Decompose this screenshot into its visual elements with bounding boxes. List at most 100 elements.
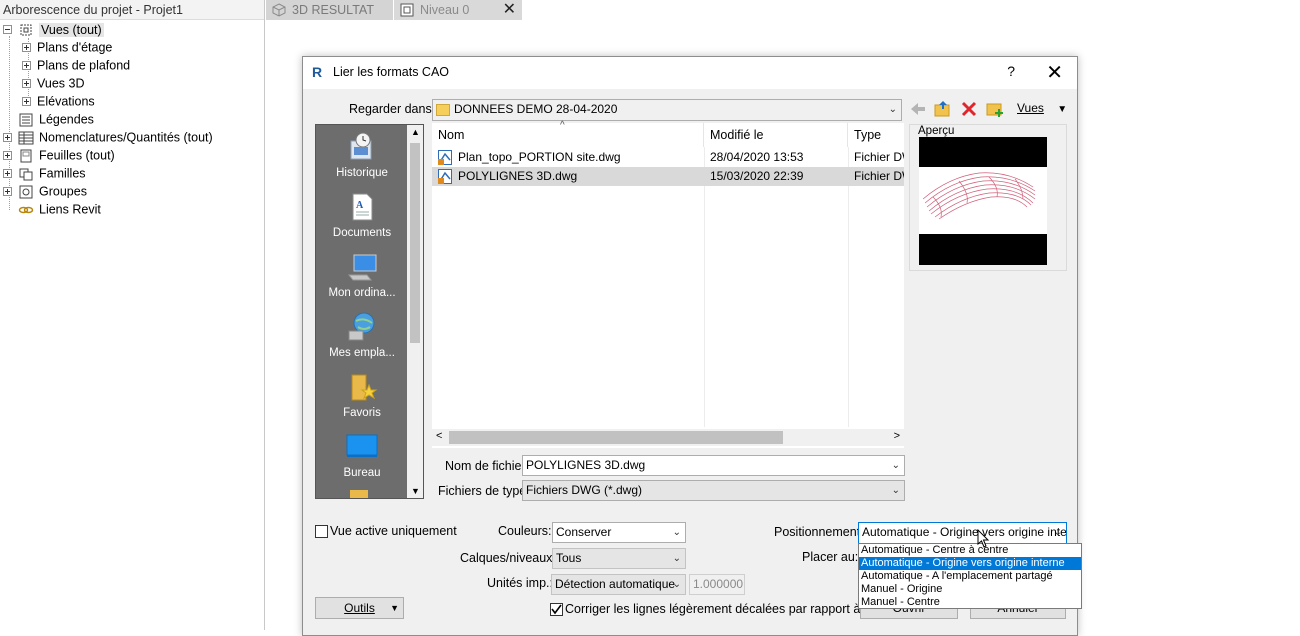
families-icon [18,167,34,181]
expand-icon[interactable] [22,79,31,89]
chevron-down-icon: ⌄ [672,553,681,564]
3d-view-icon [272,3,286,17]
scroll-right-icon[interactable]: > [894,430,900,442]
floor-plan-icon [400,3,414,17]
back-icon[interactable] [909,100,927,118]
chevron-down-icon: ⌄ [1053,527,1062,538]
column-header-type[interactable]: Type [848,123,904,147]
expand-icon[interactable] [3,151,12,161]
views-menu-button[interactable]: Vues ▼ [1017,101,1067,115]
positioning-option[interactable]: Automatique - A l'emplacement partagé [859,570,1081,583]
tree-item-families[interactable]: Familles [3,164,86,182]
expand-icon[interactable] [3,133,12,143]
units-factor-field: 1.000000 [689,574,745,595]
preview-panel: Aperçu [909,124,1067,271]
tab-niveau-0[interactable]: Niveau 0 ✕ [394,0,522,20]
filename-combo[interactable]: POLYLIGNES 3D.dwg ⌄ [522,455,905,476]
places-bar: Historique A Documents Mon ordina... Mes… [315,124,424,499]
expand-icon[interactable] [22,97,31,107]
tab-3d-resultat[interactable]: 3D RESULTAT [266,0,393,20]
tree-item-floor-plans[interactable]: Plans d'étage [22,38,112,56]
colors-label: Couleurs: [498,524,552,538]
place-history[interactable]: Historique [316,131,408,179]
column-divider [704,147,705,427]
file-list-hscrollbar[interactable]: < > [432,429,904,446]
legend-icon [18,113,34,127]
view-tabs: 3D RESULTAT Niveau 0 ✕ [266,0,1300,20]
places-scrollbar[interactable]: ▲ ▼ [407,125,423,498]
up-folder-icon[interactable] [934,100,952,118]
tree-item-sheets[interactable]: Feuilles (tout) [3,146,115,164]
positioning-label: Positionnement: [774,525,864,539]
tree-item-elevations[interactable]: Elévations [22,92,95,110]
place-documents[interactable]: A Documents [316,191,408,239]
sort-ascending-icon: ^ [560,120,565,131]
file-list: Nom ^ Modifié le Type Plan_topo_PORTION … [432,120,904,448]
close-tab-icon[interactable]: ✕ [503,0,516,20]
dialog-titlebar[interactable]: R Lier les formats CAO ? ✕ [303,57,1077,89]
help-button[interactable]: ? [1007,63,1015,79]
close-dialog-button[interactable]: ✕ [1046,60,1063,85]
column-divider [848,147,849,427]
tree-item-views[interactable]: Vues (tout) [3,20,104,38]
correct-lines-checkbox[interactable] [550,603,563,616]
folder-icon [436,103,450,116]
computer-icon [346,251,378,283]
new-folder-icon[interactable] [986,100,1004,118]
tree-item-revit-links[interactable]: Liens Revit [18,200,101,218]
layers-combo[interactable]: Tous ⌄ [552,548,686,569]
delete-icon[interactable] [960,100,978,118]
checkmark-icon [551,604,562,615]
revit-logo-icon: R [312,64,323,80]
positioning-option[interactable]: Manuel - Origine [859,583,1081,596]
expand-icon[interactable] [22,43,31,53]
units-combo[interactable]: Détection automatique ⌄ [551,574,686,595]
expand-icon[interactable] [3,187,12,197]
expand-icon[interactable] [22,61,31,71]
dropdown-arrow-icon: ▼ [390,603,399,613]
tree-item-ceiling-plans[interactable]: Plans de plafond [22,56,130,74]
scroll-thumb[interactable] [410,143,420,343]
layers-label: Calques/niveaux: [460,551,556,565]
file-row[interactable]: Plan_topo_PORTION site.dwg 28/04/2020 13… [432,148,904,167]
tree-item-3d-views[interactable]: Vues 3D [22,74,84,92]
groups-icon [18,185,34,199]
project-browser: Arborescence du projet - Projet1 Vues (t… [0,0,265,630]
tree-item-groups[interactable]: Groupes [3,182,87,200]
active-view-only-checkbox[interactable] [315,525,328,538]
positioning-combo[interactable]: Automatique - Origine vers origine inte … [858,522,1067,544]
desktop-icon [346,431,378,463]
positioning-option-highlighted[interactable]: Automatique - Origine vers origine inter… [859,557,1081,570]
tree-item-legends[interactable]: Légendes [18,110,94,128]
place-at-label: Placer au: [802,550,859,564]
collapse-icon[interactable] [3,25,12,35]
place-network[interactable]: Mes empla... [316,311,408,359]
positioning-dropdown-list: Automatique - Centre à centre Automatiqu… [858,543,1082,609]
positioning-option[interactable]: Manuel - Centre [859,596,1081,609]
scroll-up-icon[interactable]: ▲ [411,127,420,137]
column-header-name[interactable]: Nom ^ [432,120,704,147]
place-computer[interactable]: Mon ordina... [316,251,408,299]
scroll-down-icon[interactable]: ▼ [411,486,420,496]
look-in-label: Regarder dans: [349,102,436,116]
place-favorites[interactable]: Favoris [316,371,408,419]
filetype-combo[interactable]: Fichiers DWG (*.dwg) ⌄ [522,480,905,501]
positioning-option[interactable]: Automatique - Centre à centre [859,544,1081,557]
colors-combo[interactable]: Conserver ⌄ [552,522,686,543]
look-in-combo[interactable]: DONNEES DEMO 28-04-2020 ⌄ [432,99,902,121]
tools-button[interactable]: Outils ▼ [315,597,404,619]
chevron-down-icon: ⌄ [672,579,681,590]
dropdown-arrow-icon: ▼ [1057,104,1068,115]
scroll-thumb[interactable] [449,431,783,444]
project-browser-title: Arborescence du projet - Projet1 [0,0,264,20]
views-icon [18,23,34,37]
tree-item-schedules[interactable]: Nomenclatures/Quantités (tout) [3,128,213,146]
sheet-icon [18,149,34,163]
dialog-title: Lier les formats CAO [333,65,450,79]
column-header-modified[interactable]: Modifié le [704,123,848,147]
file-row-selected[interactable]: POLYLIGNES 3D.dwg 15/03/2020 22:39 Fichi… [432,167,904,186]
place-desktop[interactable]: Bureau [316,431,408,479]
expand-icon[interactable] [3,169,12,179]
filename-label: Nom de fichier: [445,459,530,473]
scroll-left-icon[interactable]: < [436,430,442,442]
